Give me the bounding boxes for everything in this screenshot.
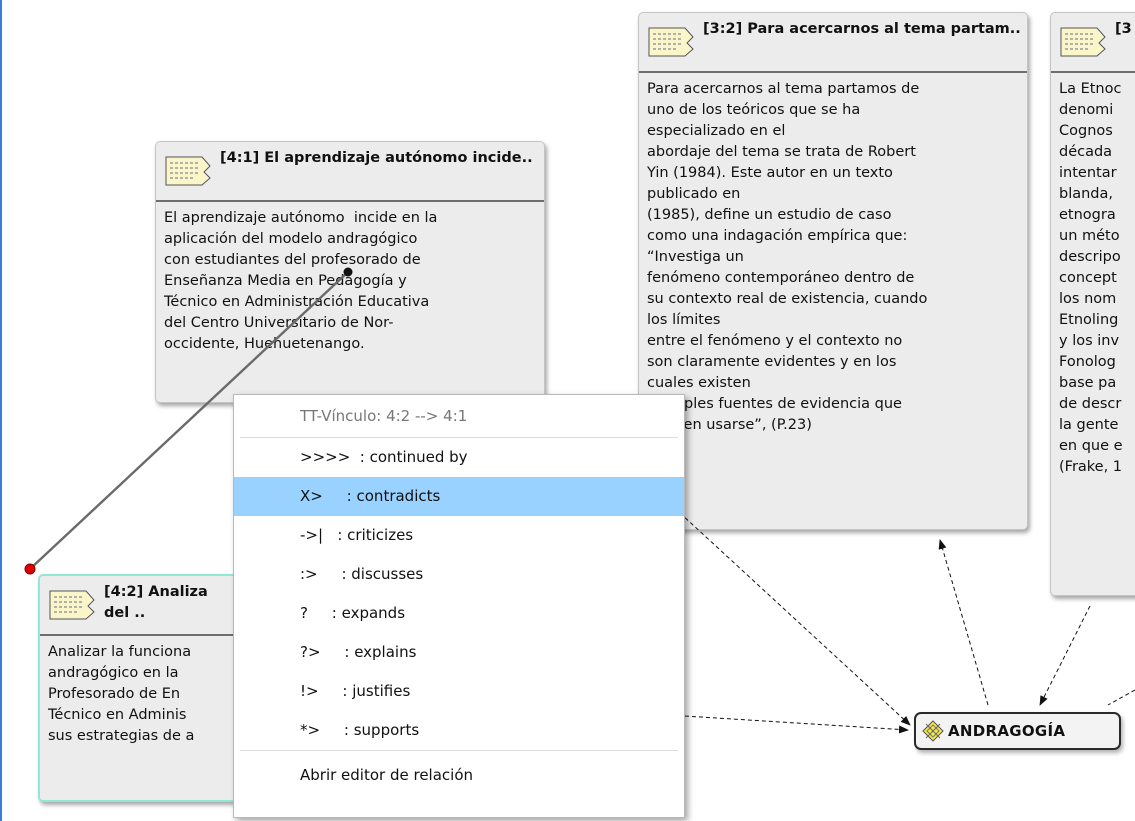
- link-code-up-to-quote-3-2[interactable]: [938, 539, 989, 706]
- link-end-handle[interactable]: [343, 267, 353, 277]
- link-quote-3-2-to-code[interactable]: [679, 512, 911, 726]
- network-canvas[interactable]: [3:2] Para acercarnos al tema partam.. P…: [0, 0, 1135, 821]
- code-label: ANDRAGOGÍA: [948, 722, 1066, 740]
- menu-item-expands[interactable]: ? : expands: [234, 594, 684, 633]
- menu-item-justifies[interactable]: !> : justifies: [234, 672, 684, 711]
- menu-item-criticizes[interactable]: ->| : criticizes: [234, 516, 684, 555]
- menu-item-open-relation-editor[interactable]: Abrir editor de relación: [234, 751, 684, 799]
- code-diamond-icon: [922, 720, 944, 742]
- menu-header: TT-Vínculo: 4:2 --> 4:1: [300, 407, 468, 425]
- menu-item-supports[interactable]: *> : supports: [234, 711, 684, 750]
- code-node-andragogia[interactable]: ANDRAGOGÍA: [914, 712, 1121, 750]
- menu-item-explains[interactable]: ?> : explains: [234, 633, 684, 672]
- link-start-handle[interactable]: [24, 563, 36, 575]
- link-quote-3-partial-to-code[interactable]: [1039, 605, 1091, 706]
- link-quote-4-2-to-code[interactable]: [684, 715, 909, 734]
- menu-item-contradicts[interactable]: X> : contradicts: [234, 477, 684, 516]
- menu-item-discusses[interactable]: :> : discusses: [234, 555, 684, 594]
- link-right-to-code[interactable]: [1107, 689, 1135, 706]
- relation-context-menu[interactable]: TT-Vínculo: 4:2 --> 4:1 >>>> : continued…: [233, 394, 685, 818]
- menu-item-continued-by[interactable]: >>>> : continued by: [234, 438, 684, 477]
